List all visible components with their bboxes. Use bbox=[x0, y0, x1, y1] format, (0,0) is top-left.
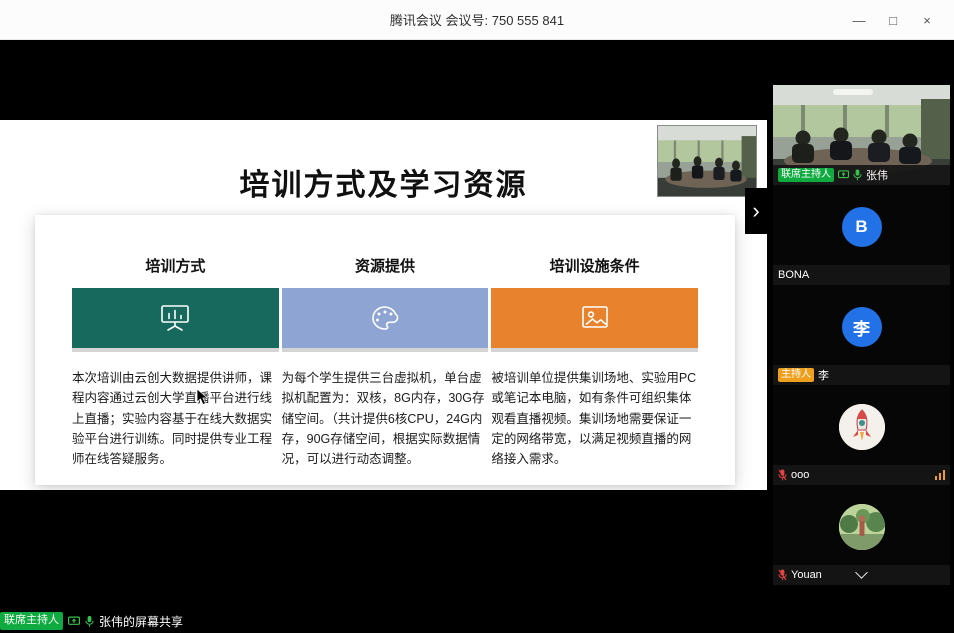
column-header: 资源提供 bbox=[282, 255, 489, 276]
slide-column-training-method: 培训方式 本次培训由云创大数据提供讲师，课程内容通过云创大学直播平台进行线上直播… bbox=[72, 215, 279, 469]
titlebar: 腾讯会议 会议号: 750 555 841 — □ × bbox=[0, 0, 954, 40]
maximize-icon[interactable]: □ bbox=[876, 13, 910, 28]
participant-namebar: 联席主持人 张伟 bbox=[773, 165, 950, 185]
park-avatar-image bbox=[839, 504, 885, 550]
palette-icon bbox=[368, 303, 402, 333]
avatar bbox=[839, 404, 885, 450]
participant-namebar: ooo bbox=[773, 465, 950, 485]
avatar: 李 bbox=[842, 307, 882, 347]
column-body-text: 为每个学生提供三台虚拟机，单台虚拟机配置为：双核，8G内存，30G存储空间。（共… bbox=[282, 368, 489, 469]
next-slide-arrow: › bbox=[745, 188, 767, 234]
shared-screen-slide: 培训方式及学习资源 培训方式 本次培训由云创大数据提供讲师，课程内容通过云创大学… bbox=[0, 120, 767, 490]
screen-share-statusbar: 联席主持人 张伟的屏幕共享 bbox=[0, 612, 183, 630]
rocket-avatar-image bbox=[839, 404, 885, 450]
photo-icon bbox=[578, 304, 612, 332]
column-color-bar bbox=[282, 288, 489, 348]
mouse-cursor bbox=[196, 388, 209, 411]
mic-icon bbox=[85, 615, 94, 628]
slide-content-card: 培训方式 本次培训由云创大数据提供讲师，课程内容通过云创大学直播平台进行线上直播… bbox=[35, 215, 735, 485]
participant-tile-bona[interactable]: B BONA bbox=[773, 185, 950, 285]
screen-share-icon bbox=[68, 616, 80, 627]
window-controls: — □ × bbox=[842, 0, 944, 40]
host-badge: 主持人 bbox=[778, 368, 814, 383]
screen-share-label: 张伟的屏幕共享 bbox=[99, 613, 183, 630]
cohost-badge: 联席主持人 bbox=[778, 168, 834, 183]
column-body-text: 本次培训由云创大数据提供讲师，课程内容通过云创大学直播平台进行线上直播；实验内容… bbox=[72, 368, 279, 469]
participant-name: Youan bbox=[791, 569, 822, 581]
avatar bbox=[839, 504, 885, 550]
participant-tile-video[interactable]: 联席主持人 张伟 bbox=[773, 85, 950, 185]
chevron-right-icon: › bbox=[752, 200, 759, 222]
participant-name: 张伟 bbox=[866, 167, 888, 183]
participant-name: ooo bbox=[791, 469, 809, 481]
mic-icon bbox=[853, 169, 862, 181]
column-color-bar bbox=[491, 288, 698, 348]
chevron-down-icon bbox=[855, 566, 868, 579]
slide-title: 培训方式及学习资源 bbox=[0, 160, 767, 204]
avatar: B bbox=[842, 207, 882, 247]
mic-muted-icon bbox=[778, 569, 787, 581]
column-header: 培训方式 bbox=[72, 255, 279, 276]
column-header: 培训设施条件 bbox=[491, 255, 698, 276]
column-underline bbox=[282, 348, 489, 352]
close-icon[interactable]: × bbox=[910, 13, 944, 28]
participant-namebar: 主持人 李 bbox=[773, 365, 950, 385]
presentation-board-icon bbox=[158, 303, 192, 333]
slide-column-facilities: 培训设施条件 被培训单位提供集训场地、实验用PC或笔记本电脑，如有条件可组织集体… bbox=[491, 215, 698, 469]
participant-tile-li[interactable]: 李 主持人 李 bbox=[773, 285, 950, 385]
column-color-bar bbox=[72, 288, 279, 348]
cohost-badge: 联席主持人 bbox=[0, 612, 63, 630]
participant-name: BONA bbox=[778, 269, 809, 281]
minimize-icon[interactable]: — bbox=[842, 13, 876, 28]
mic-muted-icon bbox=[778, 469, 787, 481]
column-underline bbox=[72, 348, 279, 352]
shared-screen-camera-thumbnail bbox=[657, 125, 757, 197]
participant-tile-youan[interactable]: Youan bbox=[773, 485, 950, 585]
participant-tile-ooo[interactable]: ooo bbox=[773, 385, 950, 485]
participant-name: 李 bbox=[818, 367, 829, 383]
meeting-window: 腾讯会议 会议号: 750 555 841 — □ × 培训方式及学习资源 培训… bbox=[0, 0, 954, 633]
window-title: 腾讯会议 会议号: 750 555 841 bbox=[390, 10, 564, 29]
slide-column-resources: 资源提供 为每个学生提供三台虚拟机，单台虚拟机配置为：双核，8G内存，30G存储… bbox=[282, 215, 489, 469]
participants-sidebar: 联席主持人 张伟 B bbox=[773, 85, 950, 585]
column-underline bbox=[491, 348, 698, 352]
screen-share-icon bbox=[838, 170, 849, 180]
participant-namebar: BONA bbox=[773, 265, 950, 285]
collapse-participants-button[interactable] bbox=[845, 566, 879, 584]
column-body-text: 被培训单位提供集训场地、实验用PC或笔记本电脑，如有条件可组织集体观看直播视频。… bbox=[491, 368, 698, 469]
network-signal-icon bbox=[935, 470, 946, 480]
meeting-room-video bbox=[658, 126, 757, 197]
